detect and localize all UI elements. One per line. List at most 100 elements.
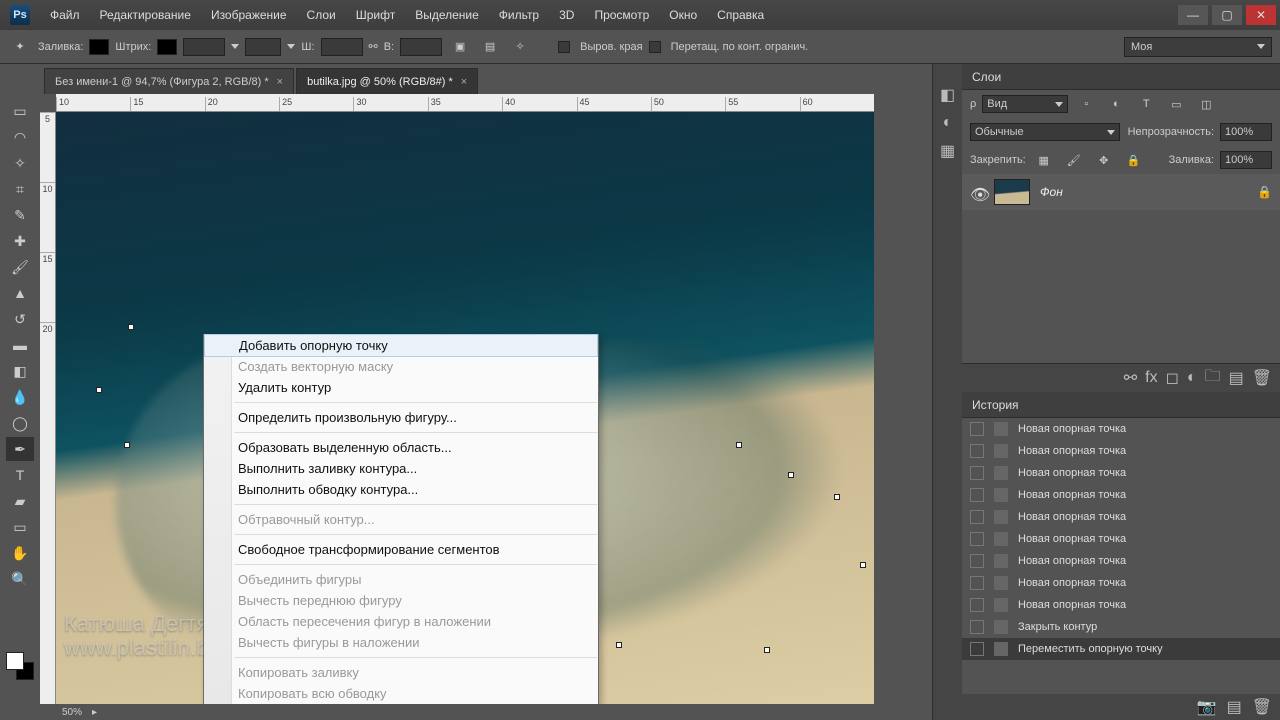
lasso-tool-icon[interactable]: ◠ — [6, 125, 34, 149]
context-menu-item[interactable]: Определить произвольную фигуру... — [204, 407, 598, 428]
history-brush-tool-icon[interactable]: ↺ — [6, 307, 34, 331]
fx-icon[interactable]: fx — [1145, 369, 1157, 387]
history-item[interactable]: Новая опорная точка — [962, 506, 1280, 528]
history-checkbox[interactable] — [970, 510, 984, 524]
history-item[interactable]: Новая опорная точка — [962, 440, 1280, 462]
history-checkbox[interactable] — [970, 576, 984, 590]
layer-thumbnail[interactable] — [994, 179, 1030, 205]
menu-view[interactable]: Просмотр — [584, 0, 659, 30]
history-checkbox[interactable] — [970, 620, 984, 634]
history-checkbox[interactable] — [970, 642, 984, 656]
filter-type-icon[interactable]: T — [1134, 93, 1158, 115]
path-anchor[interactable] — [96, 387, 102, 393]
layer-row[interactable]: 👁 Фон 🔒 — [962, 174, 1280, 210]
history-checkbox[interactable] — [970, 466, 984, 480]
history-checkbox[interactable] — [970, 554, 984, 568]
path-anchor[interactable] — [128, 324, 134, 330]
menu-filter[interactable]: Фильтр — [489, 0, 549, 30]
group-icon[interactable]: 🗀 — [1205, 365, 1221, 392]
menu-layers[interactable]: Слои — [297, 0, 346, 30]
stroke-style-dropdown-icon[interactable] — [287, 44, 295, 49]
visibility-icon[interactable]: 👁 — [970, 185, 984, 199]
pathops-icon-2[interactable]: ▤ — [478, 36, 502, 58]
maximize-button[interactable]: ▢ — [1212, 5, 1242, 25]
history-item[interactable]: Новая опорная точка — [962, 594, 1280, 616]
fg-color-swatch[interactable] — [6, 652, 24, 670]
history-item[interactable]: Новая опорная точка — [962, 572, 1280, 594]
close-button[interactable]: ✕ — [1246, 5, 1276, 25]
lock-paint-icon[interactable]: 🖌 — [1062, 149, 1086, 171]
link-wh-icon[interactable]: ⚯ — [369, 40, 378, 53]
type-tool-icon[interactable]: T — [6, 463, 34, 487]
filter-adjust-icon[interactable]: ◐ — [1104, 93, 1128, 115]
menu-help[interactable]: Справка — [707, 0, 774, 30]
blend-mode-select[interactable]: Обычные — [970, 123, 1120, 141]
context-menu-item[interactable]: Выполнить обводку контура... — [204, 479, 598, 500]
history-checkbox[interactable] — [970, 532, 984, 546]
delete-state-icon[interactable]: 🗑 — [1252, 697, 1272, 717]
minimize-button[interactable]: — — [1178, 5, 1208, 25]
path-anchor[interactable] — [788, 472, 794, 478]
swatches-panel-icon[interactable]: ▦ — [937, 140, 959, 162]
pathops-icon-1[interactable]: ▣ — [448, 36, 472, 58]
lock-transparent-icon[interactable]: ▦ — [1032, 149, 1056, 171]
brush-tool-icon[interactable]: 🖌 — [6, 255, 34, 279]
snapshot-icon[interactable]: 📷 — [1197, 697, 1217, 717]
history-item[interactable]: Новая опорная точка — [962, 550, 1280, 572]
fill-swatch[interactable] — [89, 39, 109, 55]
tab-doc-2[interactable]: butilka.jpg @ 50% (RGB/8#) *× — [296, 68, 478, 94]
menu-window[interactable]: Окно — [659, 0, 707, 30]
delete-layer-icon[interactable]: 🗑 — [1252, 368, 1272, 388]
history-item[interactable]: Закрыть контур — [962, 616, 1280, 638]
align-edges-checkbox[interactable] — [558, 41, 570, 53]
zoom-tool-icon[interactable]: 🔍 — [6, 567, 34, 591]
history-item[interactable]: Новая опорная точка — [962, 484, 1280, 506]
canvas[interactable]: Катюша Дегтяренко www.plastilin.biz Доба… — [56, 112, 874, 704]
history-checkbox[interactable] — [970, 598, 984, 612]
history-checkbox[interactable] — [970, 488, 984, 502]
path-anchor[interactable] — [736, 442, 742, 448]
tab-doc-1[interactable]: Без имени-1 @ 94,7% (Фигура 2, RGB/8) *× — [44, 68, 294, 94]
filter-pixel-icon[interactable]: ▫ — [1074, 93, 1098, 115]
marquee-tool-icon[interactable]: ▭ — [6, 99, 34, 123]
layer-kind-select[interactable]: Вид — [982, 95, 1068, 113]
path-anchor[interactable] — [834, 494, 840, 500]
color-swatches[interactable] — [6, 652, 34, 680]
color-panel-icon[interactable]: ◧ — [937, 84, 959, 106]
history-item[interactable]: Новая опорная точка — [962, 418, 1280, 440]
opacity-input[interactable]: 100% — [1220, 123, 1272, 141]
tool-preset-icon[interactable]: ✦ — [8, 36, 32, 58]
path-select-tool-icon[interactable]: ▰ — [6, 489, 34, 513]
new-layer-icon[interactable]: ▤ — [1229, 368, 1244, 388]
dodge-tool-icon[interactable]: ◯ — [6, 411, 34, 435]
wand-tool-icon[interactable]: ✧ — [6, 151, 34, 175]
history-item[interactable]: Переместить опорную точку — [962, 638, 1280, 660]
menu-type[interactable]: Шрифт — [346, 0, 405, 30]
context-menu-item[interactable]: Выполнить заливку контура... — [204, 458, 598, 479]
history-item[interactable]: Новая опорная точка — [962, 528, 1280, 550]
filter-smart-icon[interactable]: ◫ — [1194, 93, 1218, 115]
menu-file[interactable]: Файл — [40, 0, 90, 30]
lock-all-icon[interactable]: 🔒 — [1122, 149, 1146, 171]
stroke-swatch[interactable] — [157, 39, 177, 55]
gradient-tool-icon[interactable]: ◧ — [6, 359, 34, 383]
workspace-switcher[interactable]: Моя — [1124, 37, 1272, 57]
close-icon[interactable]: × — [461, 76, 467, 88]
close-icon[interactable]: × — [277, 76, 283, 88]
path-anchor[interactable] — [124, 442, 130, 448]
zoom-level[interactable]: 50% — [62, 707, 82, 718]
layers-panel-header[interactable]: Слои — [962, 64, 1280, 90]
adjustments-panel-icon[interactable]: ◐ — [937, 112, 959, 134]
height-field[interactable] — [400, 38, 442, 56]
stroke-style-field[interactable] — [245, 38, 281, 56]
history-checkbox[interactable] — [970, 422, 984, 436]
path-anchor[interactable] — [764, 647, 770, 653]
adjustment-icon[interactable]: ◐ — [1187, 369, 1197, 387]
width-field[interactable] — [321, 38, 363, 56]
layer-name[interactable]: Фон — [1040, 185, 1063, 199]
context-menu-item[interactable]: Образовать выделенную область... — [204, 437, 598, 458]
stamp-tool-icon[interactable]: ▲ — [6, 281, 34, 305]
menu-image[interactable]: Изображение — [201, 0, 297, 30]
menu-3d[interactable]: 3D — [549, 0, 584, 30]
stroke-width-field[interactable] — [183, 38, 225, 56]
